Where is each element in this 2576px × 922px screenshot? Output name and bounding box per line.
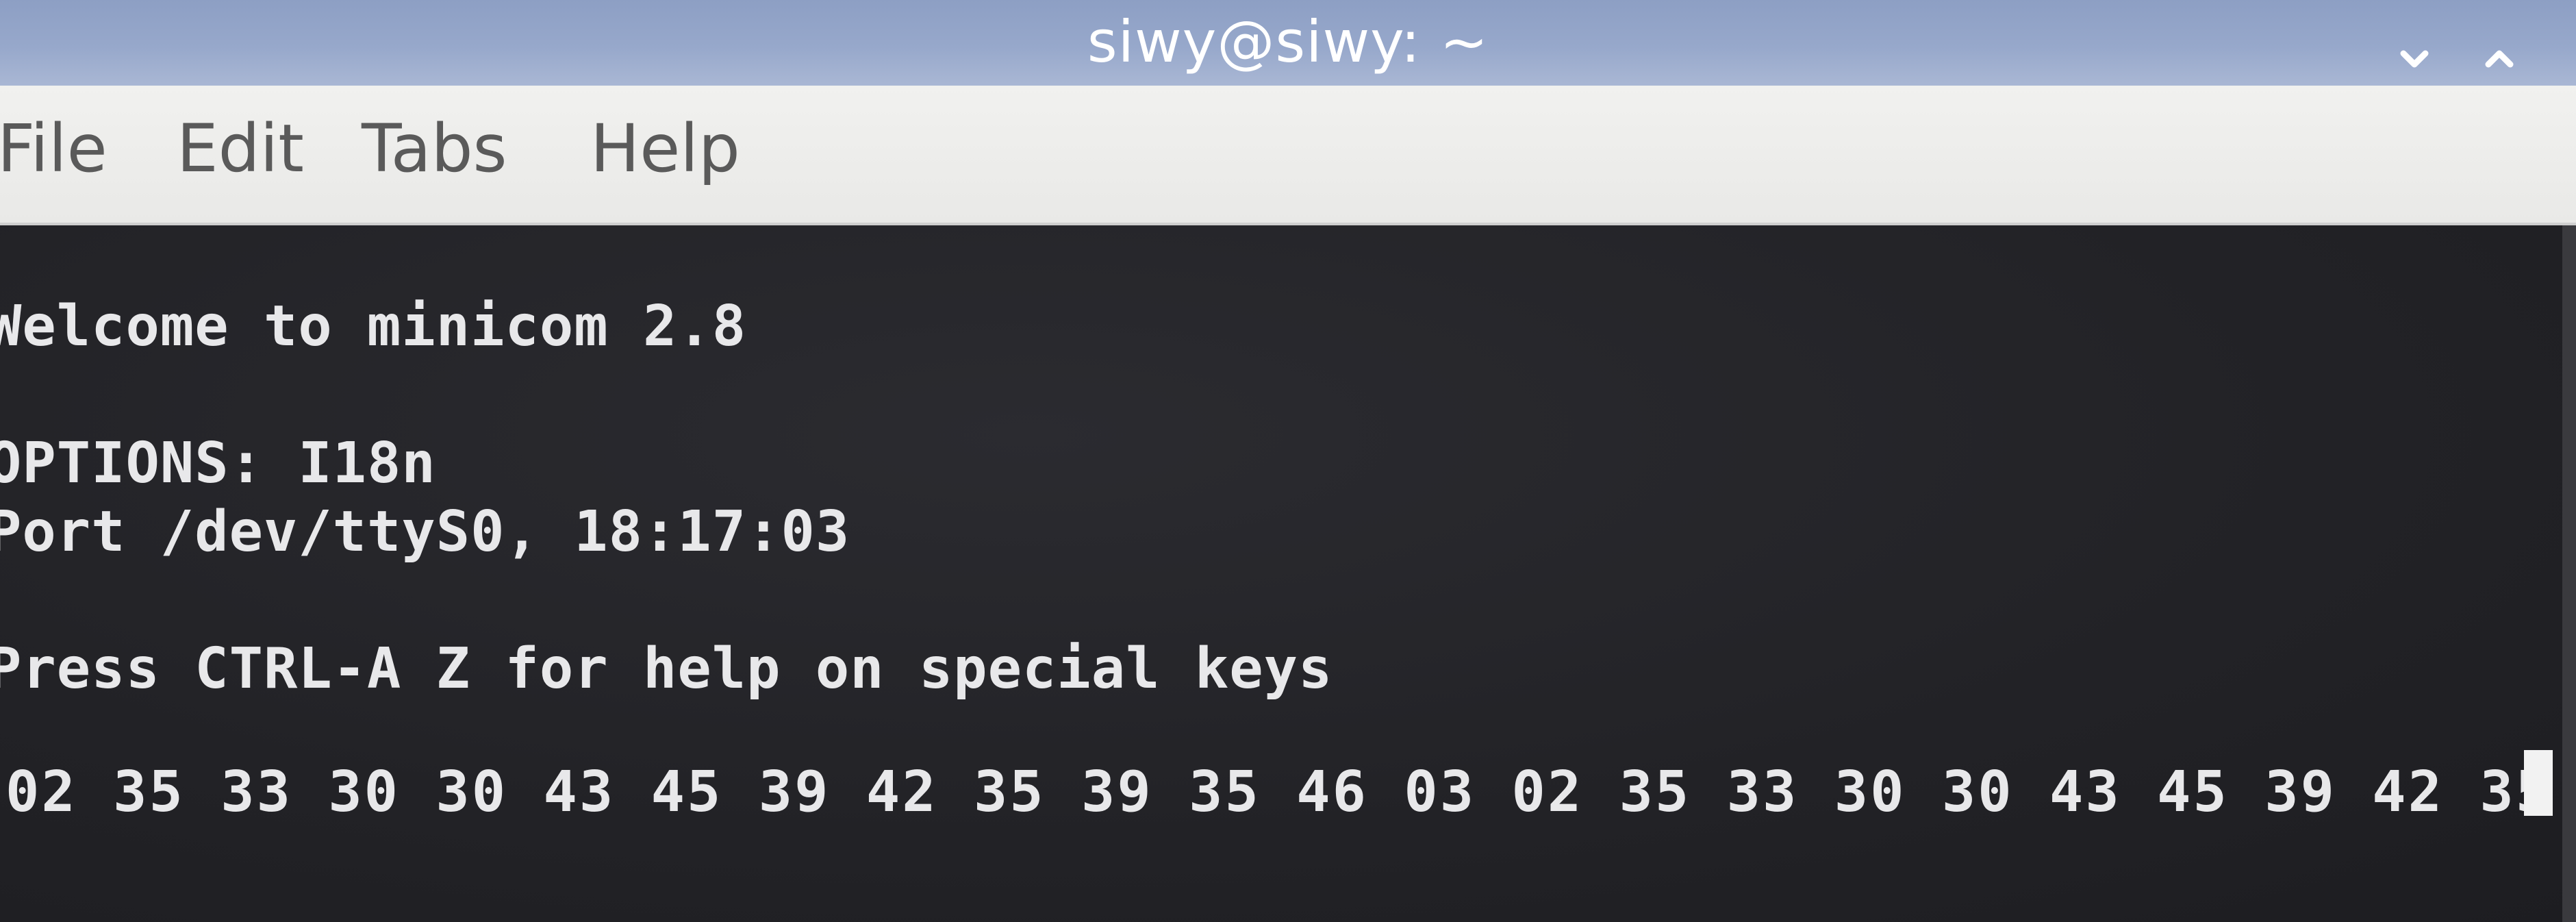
menu-help[interactable]: Help xyxy=(590,110,740,187)
window-edge xyxy=(2562,225,2576,922)
chevron-down-icon xyxy=(2400,50,2429,68)
terminal-output[interactable]: Welcome to minicom 2.8 OPTIONS: I18n Por… xyxy=(0,225,2576,922)
title-bar[interactable]: siwy@siwy: ~ xyxy=(0,0,2576,86)
terminal-line-hex-data: 02 35 33 30 30 43 45 39 42 35 39 35 46 0… xyxy=(5,760,2576,825)
terminal-window: siwy@siwy: ~ File Edit Tabs Help Welcome… xyxy=(0,0,2576,922)
text-cursor xyxy=(2524,750,2553,816)
chevron-up-icon xyxy=(2485,50,2514,68)
terminal-line-welcome: Welcome to minicom 2.8 xyxy=(0,294,747,359)
menu-bar: File Edit Tabs Help xyxy=(0,86,2576,225)
menu-edit[interactable]: Edit xyxy=(177,110,304,187)
menu-file[interactable]: File xyxy=(0,110,108,187)
terminal-line-help-hint: Press CTRL-A Z for help on special keys xyxy=(0,636,1333,701)
terminal-line-options: OPTIONS: I18n xyxy=(0,431,436,496)
maximize-button[interactable] xyxy=(2483,42,2516,75)
minimize-button[interactable] xyxy=(2398,42,2431,75)
terminal-line-port: Port /dev/ttyS0, 18:17:03 xyxy=(0,499,850,564)
menu-tabs[interactable]: Tabs xyxy=(362,110,507,187)
window-title: siwy@siwy: ~ xyxy=(1087,8,1489,75)
